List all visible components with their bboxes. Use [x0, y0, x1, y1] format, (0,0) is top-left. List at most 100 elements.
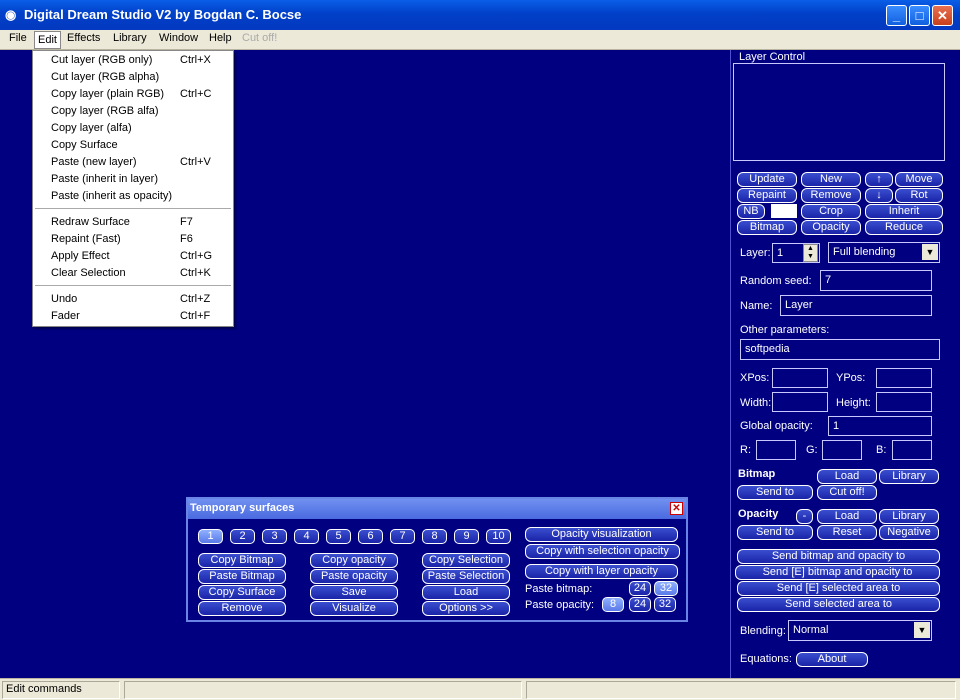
options-button[interactable]: Options >>	[422, 601, 510, 616]
menu-item-cut-rgb-alpha[interactable]: Cut layer (RGB alpha)	[51, 71, 159, 83]
surface-slot-2[interactable]: 2	[230, 529, 255, 544]
menu-item-fader[interactable]: Fader	[51, 310, 80, 322]
menu-item-cut-rgb[interactable]: Cut layer (RGB only)	[51, 54, 152, 66]
g-input[interactable]	[822, 440, 862, 460]
copy-surface-button[interactable]: Copy Surface	[198, 585, 286, 600]
opacity-option-button[interactable]: -	[796, 509, 813, 524]
update-button[interactable]: Update	[737, 172, 797, 187]
xpos-input[interactable]	[772, 368, 828, 388]
copy-selection-button[interactable]: Copy Selection	[422, 553, 510, 568]
paste-bitmap-button[interactable]: Paste Bitmap	[198, 569, 286, 584]
bitmap-cut-off-button[interactable]: Cut off!	[817, 485, 877, 500]
copy-with-selection-opacity-button[interactable]: Copy with selection opacity	[525, 544, 680, 559]
opacity-negative-button[interactable]: Negative	[879, 525, 939, 540]
surface-slot-10[interactable]: 10	[486, 529, 511, 544]
nb-button[interactable]: NB	[737, 204, 765, 219]
ypos-input[interactable]	[876, 368, 932, 388]
paste-opacity-24-button[interactable]: 24	[629, 597, 651, 612]
menu-item-copy-surface[interactable]: Copy Surface	[51, 139, 118, 151]
menu-item-undo[interactable]: Undo	[51, 293, 77, 305]
menu-item-apply-effect[interactable]: Apply Effect	[51, 250, 110, 262]
menu-item-paste-new-layer[interactable]: Paste (new layer)	[51, 156, 137, 168]
remove-surface-button[interactable]: Remove	[198, 601, 286, 616]
copy-bitmap-button[interactable]: Copy Bitmap	[198, 553, 286, 568]
rot-button[interactable]: Rot	[895, 188, 943, 203]
menu-item-redraw-surface[interactable]: Redraw Surface	[51, 216, 130, 228]
paste-selection-button[interactable]: Paste Selection	[422, 569, 510, 584]
global-opacity-input[interactable]: 1	[828, 416, 932, 436]
inherit-button[interactable]: Inherit	[865, 204, 943, 219]
b-input[interactable]	[892, 440, 932, 460]
panel-scrollbar[interactable]	[948, 50, 960, 678]
opacity-load-button[interactable]: Load	[817, 509, 877, 524]
minimize-button[interactable]: _	[886, 5, 907, 26]
send-e-selected-button[interactable]: Send [E] selected area to	[737, 581, 940, 596]
bitmap-library-button[interactable]: Library	[879, 469, 939, 484]
load-button[interactable]: Load	[422, 585, 510, 600]
menu-window[interactable]: Window	[159, 32, 198, 48]
opacity-button[interactable]: Opacity	[801, 220, 861, 235]
move-up-button[interactable]: ↑	[865, 172, 893, 187]
opacity-library-button[interactable]: Library	[879, 509, 939, 524]
paste-bitmap-32-button[interactable]: 32	[654, 581, 678, 596]
paste-opacity-button[interactable]: Paste opacity	[310, 569, 398, 584]
menu-item-copy-plain-rgb[interactable]: Copy layer (plain RGB)	[51, 88, 164, 100]
close-button[interactable]: ✕	[932, 5, 953, 26]
about-button[interactable]: About	[796, 652, 868, 667]
close-icon[interactable]: ✕	[670, 502, 683, 515]
repaint-button[interactable]: Repaint	[737, 188, 797, 203]
blending-mode-select[interactable]: Full blending ▼	[828, 242, 940, 263]
menu-item-paste-inherit-opacity[interactable]: Paste (inherit as opacity)	[51, 190, 172, 202]
bitmap-load-button[interactable]: Load	[817, 469, 877, 484]
color-swatch[interactable]	[771, 204, 797, 218]
surface-slot-3[interactable]: 3	[262, 529, 287, 544]
chevron-down-icon[interactable]: ▼	[914, 622, 930, 638]
menu-file[interactable]: File	[9, 32, 27, 48]
surface-slot-9[interactable]: 9	[454, 529, 479, 544]
send-bitmap-opacity-button[interactable]: Send bitmap and opacity to	[737, 549, 940, 564]
save-button[interactable]: Save	[310, 585, 398, 600]
paste-bitmap-24-button[interactable]: 24	[629, 581, 651, 596]
surface-slot-5[interactable]: 5	[326, 529, 351, 544]
bitmap-send-to-button[interactable]: Send to	[737, 485, 813, 500]
spinner-arrows-icon[interactable]: ▲ ▼	[803, 244, 818, 262]
visualize-button[interactable]: Visualize	[310, 601, 398, 616]
name-input[interactable]: Layer	[780, 295, 932, 316]
paste-opacity-8-button[interactable]: 8	[602, 597, 624, 612]
chevron-down-icon[interactable]: ▼	[922, 244, 938, 260]
surface-slot-6[interactable]: 6	[358, 529, 383, 544]
move-button[interactable]: Move	[895, 172, 943, 187]
menu-effects[interactable]: Effects	[67, 32, 100, 48]
crop-button[interactable]: Crop	[801, 204, 861, 219]
menu-library[interactable]: Library	[113, 32, 147, 48]
blending-select[interactable]: Normal ▼	[788, 620, 932, 641]
send-e-bitmap-opacity-button[interactable]: Send [E] bitmap and opacity to	[735, 565, 940, 580]
opacity-send-to-button[interactable]: Send to	[737, 525, 813, 540]
reduce-button[interactable]: Reduce	[865, 220, 943, 235]
r-input[interactable]	[756, 440, 796, 460]
copy-with-layer-opacity-button[interactable]: Copy with layer opacity	[525, 564, 678, 579]
new-button[interactable]: New	[801, 172, 861, 187]
move-down-button[interactable]: ↓	[865, 188, 893, 203]
opacity-reset-button[interactable]: Reset	[817, 525, 877, 540]
opacity-visualization-button[interactable]: Opacity visualization	[525, 527, 678, 542]
send-selected-button[interactable]: Send selected area to	[737, 597, 940, 612]
layer-list[interactable]	[733, 63, 945, 161]
random-seed-input[interactable]: 7	[820, 270, 932, 291]
paste-opacity-32-button[interactable]: 32	[654, 597, 676, 612]
menu-item-repaint-fast[interactable]: Repaint (Fast)	[51, 233, 121, 245]
surface-slot-8[interactable]: 8	[422, 529, 447, 544]
surface-slot-1[interactable]: 1	[198, 529, 223, 544]
height-input[interactable]	[876, 392, 932, 412]
surface-slot-7[interactable]: 7	[390, 529, 415, 544]
copy-opacity-button[interactable]: Copy opacity	[310, 553, 398, 568]
maximize-button[interactable]: □	[909, 5, 930, 26]
menu-help[interactable]: Help	[209, 32, 232, 48]
width-input[interactable]	[772, 392, 828, 412]
menu-item-copy-alfa[interactable]: Copy layer (alfa)	[51, 122, 132, 134]
other-parameters-input[interactable]: softpedia	[740, 339, 940, 360]
remove-button[interactable]: Remove	[801, 188, 861, 203]
surface-slot-4[interactable]: 4	[294, 529, 319, 544]
bitmap-button[interactable]: Bitmap	[737, 220, 797, 235]
menu-item-paste-inherit-layer[interactable]: Paste (inherit in layer)	[51, 173, 158, 185]
